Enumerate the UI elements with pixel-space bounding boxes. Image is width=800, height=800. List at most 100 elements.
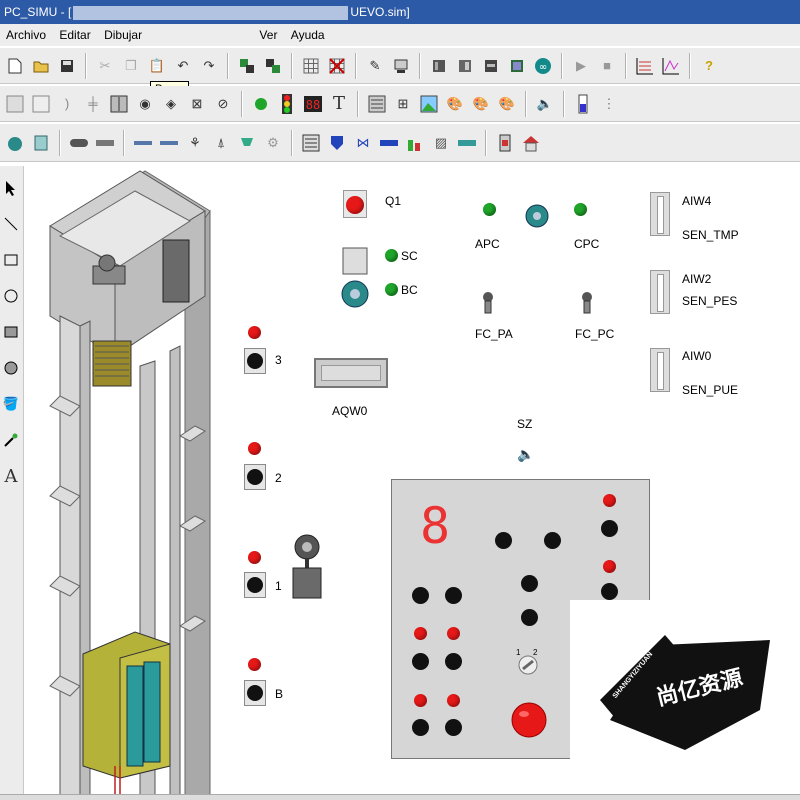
device-icon[interactable] [389, 54, 413, 78]
arrow-icon[interactable] [0, 174, 22, 202]
open-folder-icon[interactable] [29, 54, 53, 78]
block-a-icon[interactable] [427, 54, 451, 78]
selector-switch-icon[interactable] [517, 654, 539, 676]
gear-icon[interactable]: ⚙ [261, 131, 285, 155]
house-icon[interactable] [519, 131, 543, 155]
filled-rect-icon[interactable] [0, 318, 22, 346]
block-b-icon[interactable] [453, 54, 477, 78]
comp-t-icon[interactable] [493, 131, 517, 155]
menu-archivo[interactable]: Archivo [6, 28, 46, 42]
panel-button[interactable] [412, 653, 429, 670]
menu-dibujar[interactable]: Dibujar [104, 28, 142, 42]
panel-button[interactable] [495, 532, 512, 549]
flask-icon[interactable] [403, 131, 427, 155]
emergency-stop-icon[interactable] [511, 698, 547, 742]
paste-icon[interactable]: 📋 [145, 54, 169, 78]
panel-button[interactable] [521, 609, 538, 626]
send-back-icon[interactable] [261, 54, 285, 78]
comp-j-icon[interactable] [365, 92, 389, 116]
comp-q-icon[interactable] [235, 131, 259, 155]
comp-o-icon[interactable]: ⚘ [183, 131, 207, 155]
traffic-light-icon[interactable] [275, 92, 299, 116]
cylinder-icon[interactable] [29, 131, 53, 155]
comp-c-icon[interactable]: ) [55, 92, 79, 116]
comp-g-icon[interactable]: ◈ [159, 92, 183, 116]
seven-seg-icon[interactable]: 88 [301, 92, 325, 116]
menu-ver[interactable]: Ver [259, 28, 277, 42]
aiw2-sensor[interactable] [650, 270, 670, 314]
help-icon[interactable]: ? [697, 54, 721, 78]
block-d-icon[interactable] [505, 54, 529, 78]
comp-n-icon[interactable] [157, 131, 181, 155]
text-icon[interactable]: A [0, 462, 22, 490]
photo-sensor-icon[interactable] [290, 532, 324, 602]
palette-in-icon[interactable]: 🎨 [469, 92, 493, 116]
pencil-icon[interactable]: ✎ [363, 54, 387, 78]
menu-editar[interactable]: Editar [59, 28, 90, 42]
motor-icon[interactable] [340, 246, 376, 312]
arduino-icon[interactable]: ∞ [531, 54, 555, 78]
aqw0-output-bar[interactable] [314, 358, 388, 388]
panel-icon[interactable] [299, 131, 323, 155]
chart-a-icon[interactable] [633, 54, 657, 78]
filled-ellipse-icon[interactable] [0, 354, 22, 382]
motor-icon[interactable] [3, 131, 27, 155]
valve-icon[interactable]: ⋈ [351, 131, 375, 155]
comp-a-icon[interactable] [3, 92, 27, 116]
undo-icon[interactable]: ↶ [171, 54, 195, 78]
comp-f-icon[interactable]: ◉ [133, 92, 157, 116]
line-icon[interactable] [0, 210, 22, 238]
picker-icon[interactable] [0, 426, 22, 454]
rect-icon[interactable] [0, 246, 22, 274]
block-c-icon[interactable] [479, 54, 503, 78]
comp-e-icon[interactable] [107, 92, 131, 116]
stripes-icon[interactable]: ▨ [429, 131, 453, 155]
new-file-icon[interactable] [3, 54, 27, 78]
panel-button[interactable] [445, 587, 462, 604]
save-icon[interactable] [55, 54, 79, 78]
comp-s-icon[interactable] [455, 131, 479, 155]
floor1-button[interactable] [244, 572, 266, 598]
panel-button[interactable] [544, 532, 561, 549]
fc-pa-switch-icon[interactable] [481, 291, 495, 315]
comp-m-icon[interactable] [131, 131, 155, 155]
panel-button[interactable] [412, 587, 429, 604]
fill-icon[interactable]: 🪣 [0, 390, 22, 418]
floorB-button[interactable] [244, 680, 266, 706]
comp-p-icon[interactable]: ⍋ [209, 131, 233, 155]
comp-r-icon[interactable] [325, 131, 349, 155]
simulation-canvas[interactable]: Q1 SC BC APC CPC FC_PA FC_PC AIW4 SEN_TM… [25, 166, 800, 800]
bring-front-icon[interactable] [235, 54, 259, 78]
comp-i-icon[interactable]: ⊘ [211, 92, 235, 116]
panel-button[interactable] [601, 520, 618, 537]
cut-icon[interactable]: ✂ [93, 54, 117, 78]
panel-button[interactable] [521, 575, 538, 592]
aiw4-sensor[interactable] [650, 192, 670, 236]
panel-button[interactable] [445, 653, 462, 670]
comp-b-icon[interactable] [29, 92, 53, 116]
menu-ayuda[interactable]: Ayuda [291, 28, 325, 42]
no-grid-icon[interactable] [325, 54, 349, 78]
run-icon[interactable]: ▶ [569, 54, 593, 78]
ellipse-icon[interactable] [0, 282, 22, 310]
conveyor-icon[interactable] [67, 131, 91, 155]
redo-icon[interactable]: ↷ [197, 54, 221, 78]
panel-button[interactable] [412, 719, 429, 736]
sensor-b-icon[interactable]: ⋮ [597, 92, 621, 116]
palette-out-icon[interactable]: 🎨 [495, 92, 519, 116]
comp-k-icon[interactable]: ⊞ [391, 92, 415, 116]
speaker-icon[interactable]: 🔈 [533, 92, 557, 116]
image-icon[interactable] [417, 92, 441, 116]
floor3-button[interactable] [244, 348, 266, 374]
panel-button[interactable] [601, 583, 618, 600]
door-motor-icon[interactable] [523, 200, 551, 230]
aiw0-sensor[interactable] [650, 348, 670, 392]
panel-button[interactable] [445, 719, 462, 736]
pipe-icon[interactable] [377, 131, 401, 155]
palette-icon[interactable]: 🎨 [443, 92, 467, 116]
grid-icon[interactable] [299, 54, 323, 78]
comp-l-icon[interactable] [93, 131, 117, 155]
speaker-icon[interactable]: 🔈 [517, 446, 534, 463]
sensor-a-icon[interactable] [571, 92, 595, 116]
floor2-button[interactable] [244, 464, 266, 490]
